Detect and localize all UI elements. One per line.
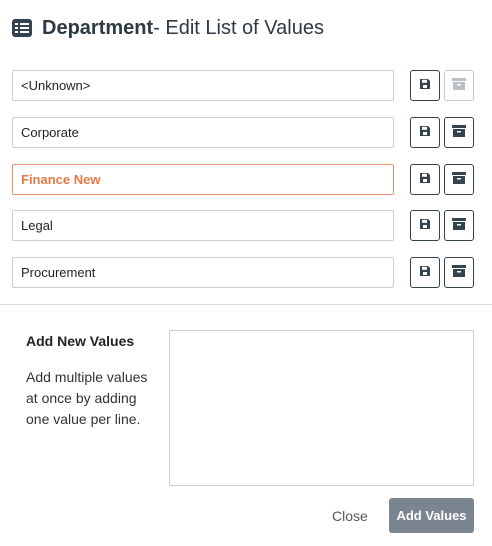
save-button[interactable] — [410, 117, 440, 148]
list-icon — [12, 19, 32, 37]
save-icon — [419, 125, 431, 140]
value-row — [12, 164, 474, 196]
value-row — [12, 70, 474, 102]
archive-button[interactable] — [444, 164, 474, 195]
save-icon — [419, 265, 431, 280]
section-divider — [0, 304, 492, 305]
new-values-textarea[interactable] — [169, 330, 474, 486]
archive-button[interactable] — [444, 117, 474, 148]
value-row — [12, 257, 474, 289]
value-input[interactable] — [12, 70, 394, 101]
save-button[interactable] — [410, 70, 440, 101]
add-values-heading: Add New Values — [26, 333, 135, 349]
archive-icon — [452, 265, 466, 280]
value-input[interactable] — [12, 210, 394, 241]
archive-button[interactable] — [444, 70, 474, 101]
value-row — [12, 117, 474, 149]
save-button[interactable] — [410, 164, 440, 195]
archive-icon — [452, 172, 466, 187]
dialog-header: Department - Edit List of Values — [12, 14, 324, 42]
save-icon — [419, 78, 431, 93]
save-icon — [419, 172, 431, 187]
archive-icon — [452, 125, 466, 140]
value-input[interactable] — [12, 164, 394, 195]
save-button[interactable] — [410, 257, 440, 288]
add-values-button[interactable]: Add Values — [389, 498, 474, 533]
close-button[interactable]: Close — [326, 500, 374, 532]
value-input[interactable] — [12, 257, 394, 288]
archive-button[interactable] — [444, 210, 474, 241]
value-input[interactable] — [12, 117, 394, 148]
page-subtitle: - Edit List of Values — [153, 16, 324, 39]
page-title: Department — [42, 16, 154, 39]
save-button[interactable] — [410, 210, 440, 241]
archive-icon — [452, 218, 466, 233]
archive-button[interactable] — [444, 257, 474, 288]
save-icon — [419, 218, 431, 233]
add-values-description: Add multiple values at once by adding on… — [26, 369, 148, 427]
value-row — [12, 210, 474, 242]
archive-icon — [452, 78, 466, 93]
